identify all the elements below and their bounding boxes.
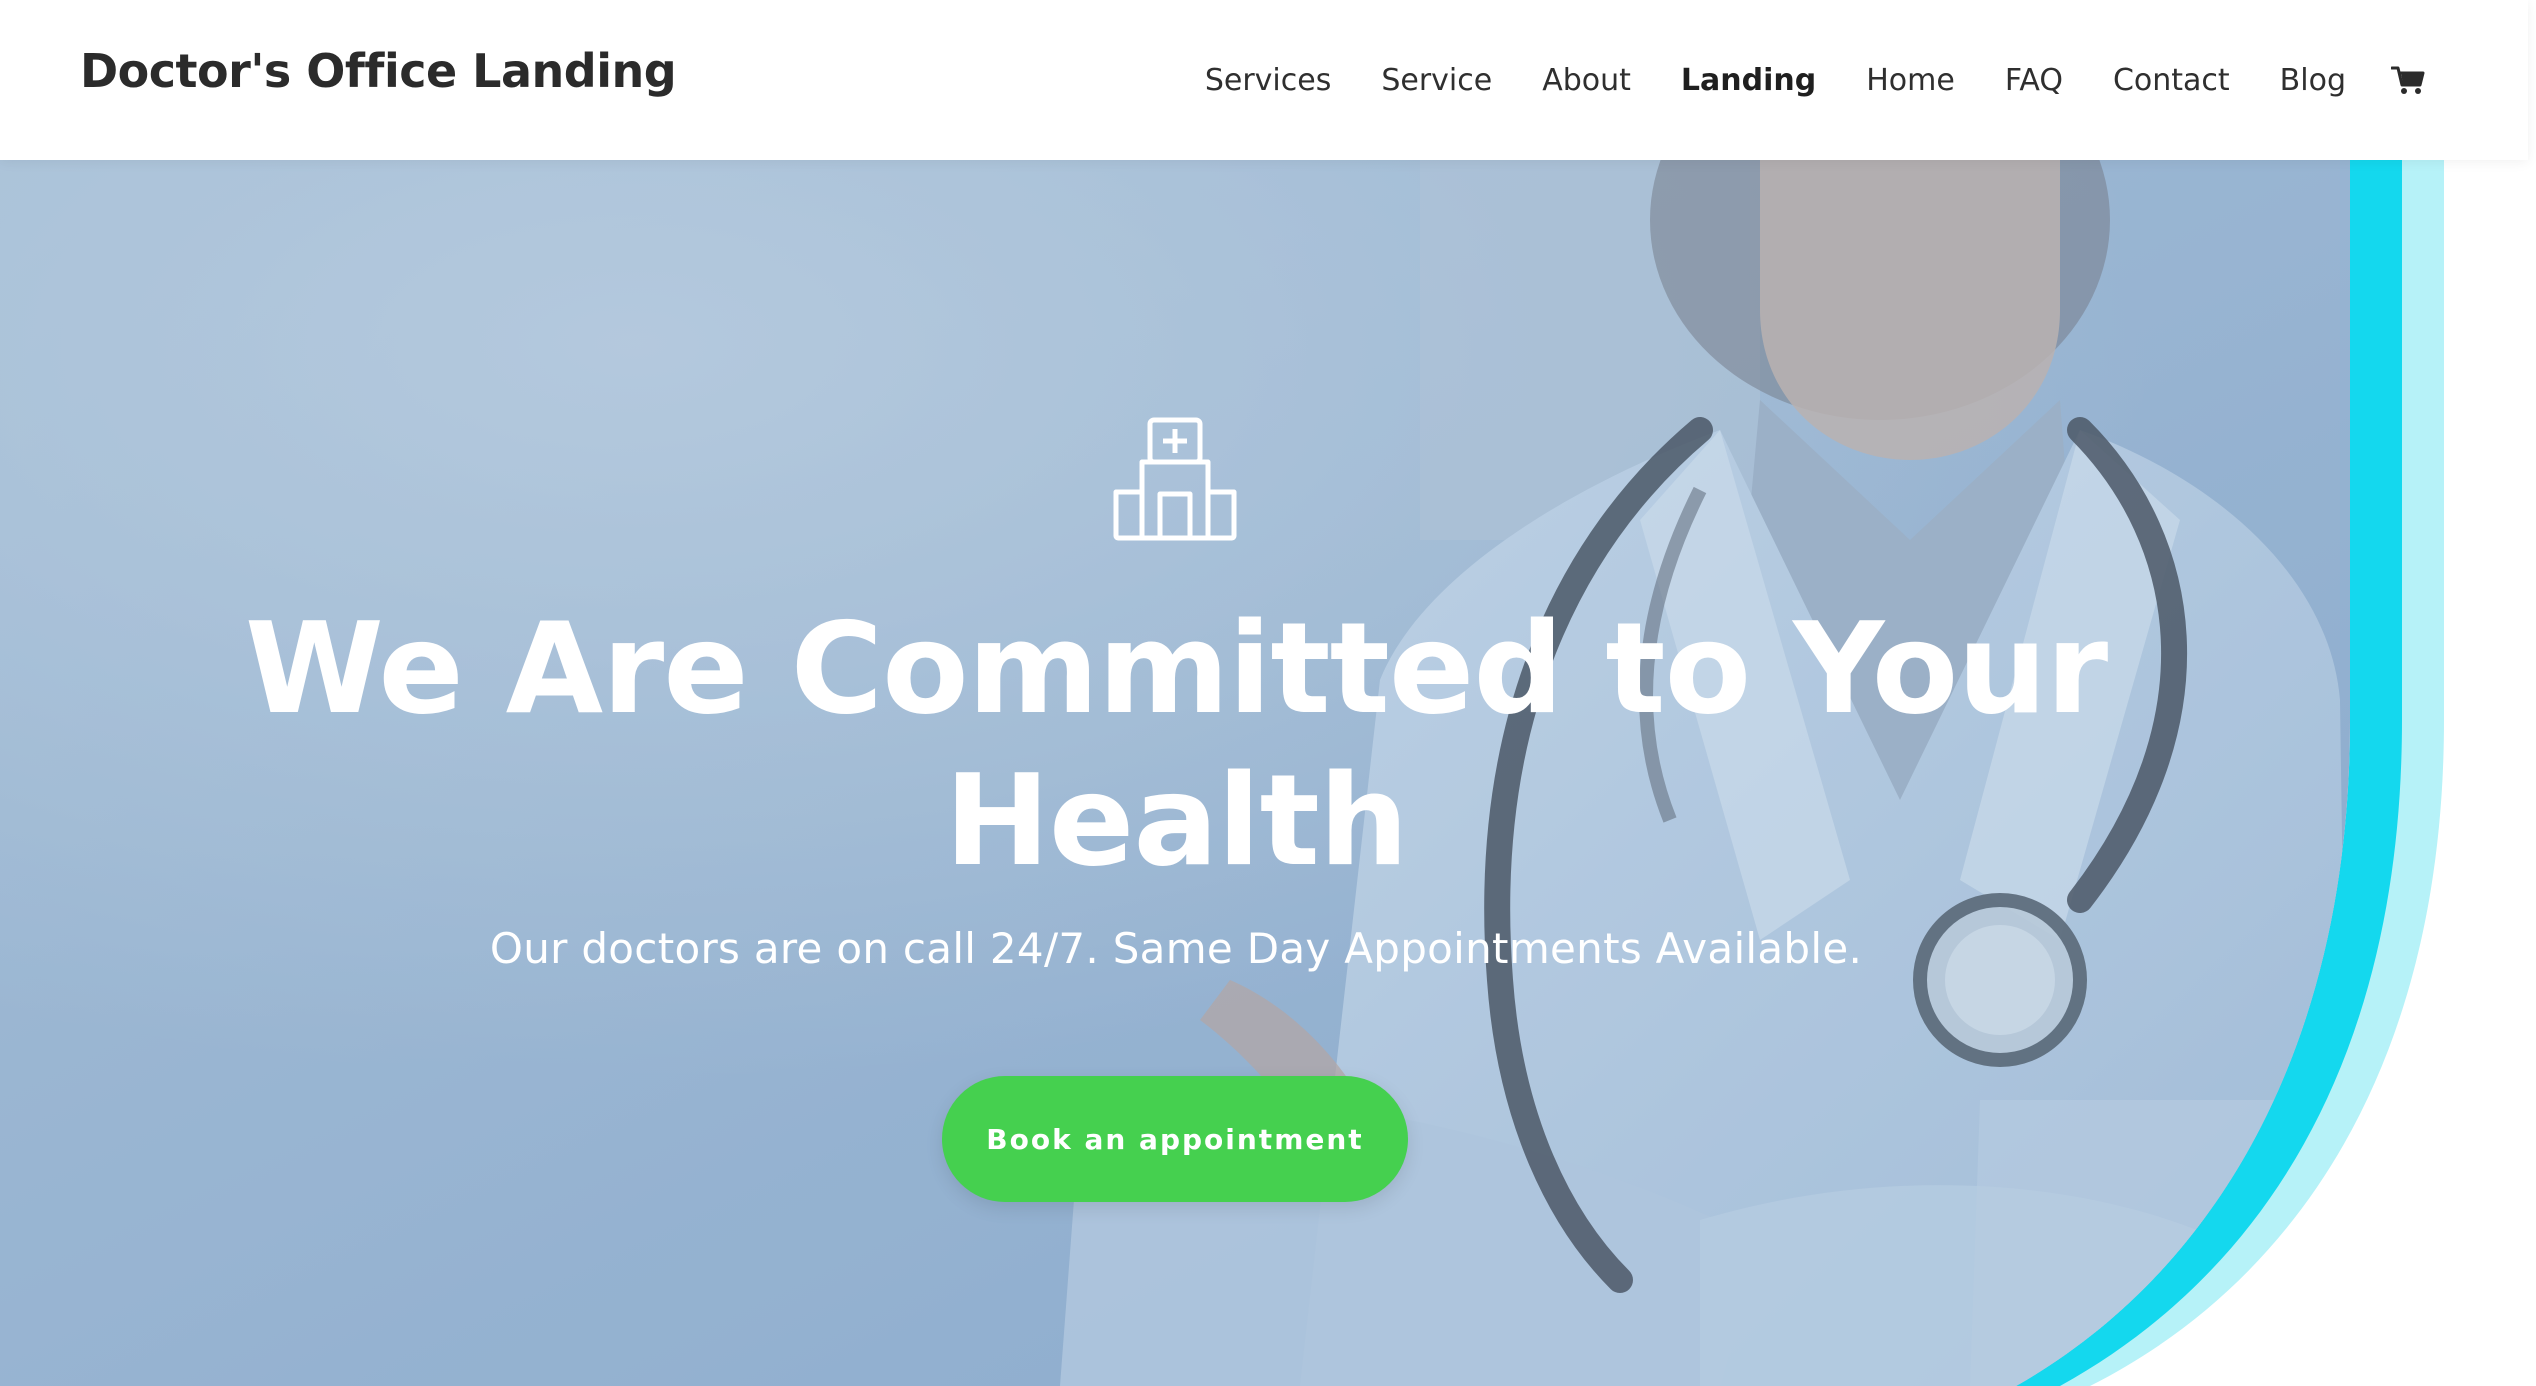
- nav-item-home[interactable]: Home: [1866, 63, 1955, 98]
- landing-page: Doctor's Office Landing Services Service…: [0, 0, 2536, 1386]
- nav-item-faq[interactable]: FAQ: [2005, 63, 2063, 98]
- hero-content: We Are Committed to Your Health Our doct…: [0, 160, 2352, 1386]
- nav-item-landing[interactable]: Landing: [1681, 63, 1816, 98]
- shopping-cart-icon[interactable]: [2388, 60, 2428, 100]
- hero-section: We Are Committed to Your Health Our doct…: [0, 160, 2536, 1386]
- site-header: Doctor's Office Landing Services Service…: [0, 0, 2528, 160]
- hospital-building-icon: [1112, 416, 1238, 546]
- nav-item-contact[interactable]: Contact: [2113, 63, 2230, 98]
- hero-subtitle: Our doctors are on call 24/7. Same Day A…: [489, 924, 1863, 973]
- book-appointment-button[interactable]: Book an appointment: [942, 1076, 1408, 1202]
- nav-item-services[interactable]: Services: [1205, 63, 1332, 98]
- nav-item-blog[interactable]: Blog: [2280, 63, 2346, 98]
- site-title[interactable]: Doctor's Office Landing: [80, 44, 677, 98]
- nav-item-about[interactable]: About: [1542, 63, 1631, 98]
- hero-title: We Are Committed to Your Health: [244, 595, 2108, 894]
- main-navigation: Services Service About Landing Home FAQ …: [1205, 0, 2428, 160]
- nav-item-service[interactable]: Service: [1381, 63, 1492, 98]
